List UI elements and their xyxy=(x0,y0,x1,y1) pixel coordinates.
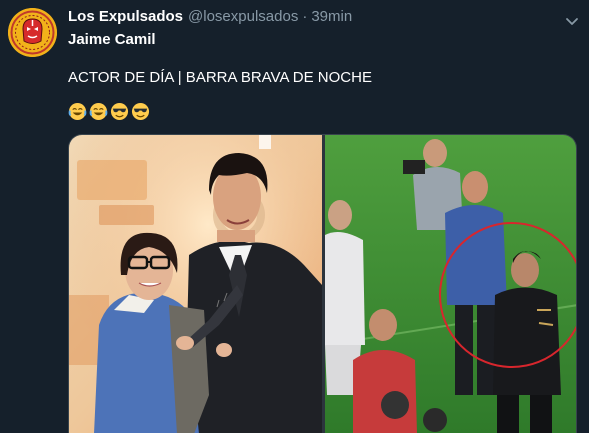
media-photo-right[interactable] xyxy=(325,135,576,433)
joy-emoji-icon xyxy=(68,102,87,121)
tweet-header: Los Expulsados @losexpulsados · 39min xyxy=(68,8,352,28)
media-photo-left[interactable] xyxy=(69,135,322,433)
chevron-down-icon[interactable] xyxy=(563,12,581,30)
tweet[interactable]: Los Expulsados @losexpulsados · 39min Ja… xyxy=(0,0,589,433)
tweet-text-line-2: ACTOR DE DÍA | BARRA BRAVA DE NOCHE xyxy=(68,69,372,86)
emoji-row xyxy=(68,102,150,121)
luchador-mask-avatar-icon xyxy=(8,8,57,57)
tweet-media xyxy=(68,134,577,433)
display-name[interactable]: Los Expulsados xyxy=(68,8,183,25)
sunglasses-emoji-icon xyxy=(110,102,129,121)
sunglasses-emoji-icon xyxy=(131,102,150,121)
separator-dot: · xyxy=(302,8,308,25)
timestamp[interactable]: 39min xyxy=(311,8,352,25)
user-handle[interactable]: @losexpulsados xyxy=(188,8,298,25)
avatar[interactable] xyxy=(8,8,57,57)
tweet-text-line-1: Jaime Camil xyxy=(68,31,156,48)
joy-emoji-icon xyxy=(89,102,108,121)
